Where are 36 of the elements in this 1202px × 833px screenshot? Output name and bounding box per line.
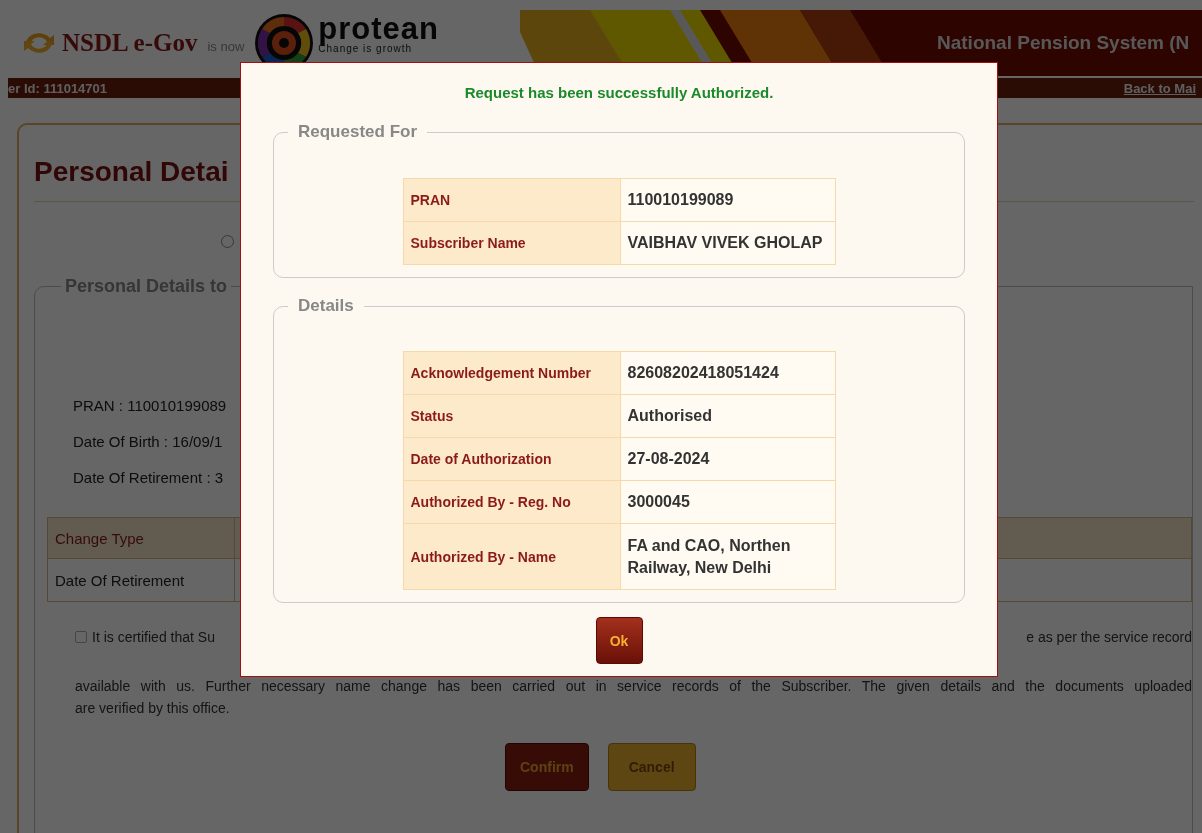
detail-text: Date Of Retirement : 3 [73,469,224,486]
swirl-logo-icon [22,30,56,56]
success-message: Request has been successfully Authorized. [464,83,774,103]
system-title: National Pension System (N [937,32,1190,54]
brand-name: NSDL e-Gov [62,29,198,57]
detail-text: Date Of Birth : 16/09/1 [73,433,223,450]
checkbox[interactable] [75,631,87,643]
section-legend: Details [288,296,364,316]
field-label: Status [403,394,620,438]
field-value: 110010199089 [620,178,835,222]
field-value: 27-08-2024 [620,437,835,481]
ok-button[interactable]: Ok [595,617,643,664]
field-value: 3000045 [620,480,835,524]
user-id: er Id: 111014701 [8,80,108,96]
field-value: 82608202418051424 [620,351,835,395]
field-label: Acknowledgement Number [403,351,620,395]
certificate-text: e as per the service record [1026,628,1192,647]
field-value: FA and CAO, Northen Railway, New Delhi [620,523,835,590]
certificate-text: It is certified that Su [92,629,215,645]
field-label: PRAN [403,178,620,222]
page-title: Personal Detai [34,155,229,189]
section-legend: Requested For [288,122,428,142]
logo-tagline: Change is growth [318,44,413,54]
field-label: Date of Authorization [403,437,620,481]
field-label: Authorized By - Name [403,523,620,590]
field-label: Subscriber Name [403,221,620,265]
back-link[interactable]: Back to Mai [1123,80,1196,96]
certificate-text: available with us. Further necessary name change has been carried out in service records of the Subscriber. The given details and the documents uploaded [75,677,1192,696]
logo-wordmark: protean [318,13,439,44]
field-value: Authorised [620,394,835,438]
table-cell: Date Of Retirement [47,558,235,602]
field-label: Authorized By - Reg. No [403,480,620,524]
column-header: Change Type [47,517,235,559]
detail-text: PRAN : 110010199089 [73,397,227,414]
certificate-text: are verified by this office. [75,699,231,718]
field-value: VAIBHAV VIVEK GHOLAP [620,221,835,265]
